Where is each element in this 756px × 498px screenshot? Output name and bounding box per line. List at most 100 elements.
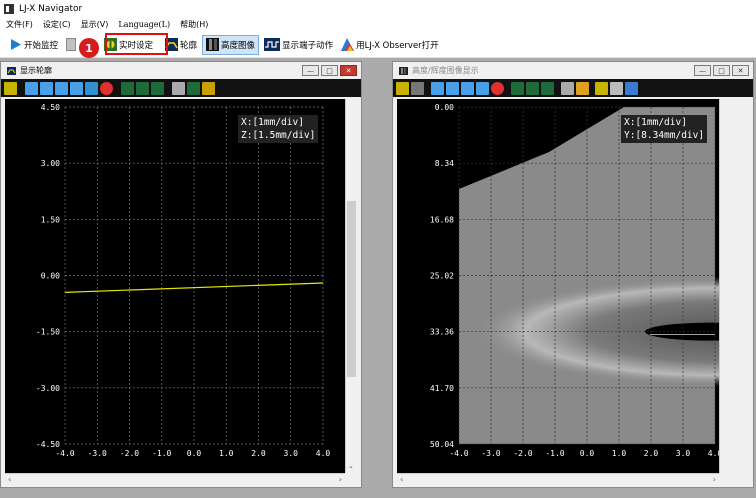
menu-view[interactable]: 显示(V) <box>81 19 109 30</box>
y-tick-label: -1.50 <box>36 328 60 337</box>
gray-mode-icon[interactable] <box>411 81 424 95</box>
profile-scale-z: Z:[1.5mm/div] <box>241 130 316 141</box>
close-button[interactable]: ✕ <box>340 65 357 76</box>
sort-icon[interactable] <box>561 81 574 95</box>
height-scale-y: Y:[8.34mm/div] <box>624 130 705 141</box>
x-tick-label: -1.0 <box>152 449 171 458</box>
profile-display-icon[interactable] <box>187 81 200 95</box>
profile-scale-x: X:[1mm/div] <box>241 117 304 128</box>
scroll-down-icon[interactable]: ⌄ <box>348 462 354 470</box>
terminal-icon <box>264 38 281 51</box>
height-plot-area[interactable]: -4.0 -3.0 -2.0 -1.0 0.0 1.0 2.0 3.0 4.0 0.00 8.34 1… <box>397 99 756 473</box>
y-tick-label: 3.00 <box>41 159 60 168</box>
x-tick-label: 4.0 <box>708 449 719 458</box>
x-tick-label: -1.0 <box>545 449 564 458</box>
stop-icon <box>66 38 77 51</box>
zoom-fit-icon[interactable] <box>476 81 489 95</box>
profile-window: 显示轮廓 — □ ✕ -4.0 -3.0 -2.0 -1.0 0.0 1.0 2.0 3.0 4… <box>0 61 362 488</box>
menu-settings[interactable]: 设定(C) <box>43 19 71 30</box>
height-mode-icon[interactable] <box>396 81 409 95</box>
realtime-settings-highlight <box>105 33 168 55</box>
zoom-area-icon[interactable] <box>461 81 474 95</box>
profile-mode-icon[interactable] <box>4 81 17 95</box>
scroll-left-icon[interactable]: ‹ <box>8 475 11 484</box>
color-map-icon[interactable] <box>576 81 589 95</box>
height-image-icon <box>206 38 220 51</box>
height-window-controls: — □ ✕ <box>692 65 749 76</box>
close-button[interactable]: ✕ <box>732 65 749 76</box>
x-tick-label: -2.0 <box>120 449 139 458</box>
x-tick-label: 4.0 <box>316 449 331 458</box>
view-fit-icon[interactable] <box>541 81 554 95</box>
menu-help[interactable]: 帮助(H) <box>180 19 208 30</box>
x-tick-label: -3.0 <box>88 449 107 458</box>
y-tick-label: 41.70 <box>430 384 454 393</box>
start-monitor-button[interactable]: 开始监控 <box>6 35 61 55</box>
minimize-button[interactable]: — <box>302 65 319 76</box>
profile-window-toolbar <box>1 79 361 97</box>
x-tick-label: 2.0 <box>251 449 266 458</box>
view-profile-icon[interactable] <box>121 81 134 95</box>
zoom-out-icon[interactable] <box>40 81 53 95</box>
profile-chart: -4.0 -3.0 -2.0 -1.0 0.0 1.0 2.0 3.0 4.0 4.50 3.00 1… <box>36 103 331 458</box>
view-dual-icon[interactable] <box>136 81 149 95</box>
zoom-in-icon[interactable] <box>431 81 444 95</box>
layout-icon[interactable] <box>625 81 638 95</box>
scroll-right-icon[interactable]: › <box>339 475 342 484</box>
zoom-out-icon[interactable] <box>446 81 459 95</box>
observer-button[interactable]: 用LJ-X Observer打开 <box>338 35 442 55</box>
app-title: LJ-X Navigator <box>19 3 83 14</box>
x-tick-label: -4.0 <box>449 449 468 458</box>
menu-language[interactable]: Language(L) <box>118 20 170 29</box>
menu-file[interactable]: 文件(F) <box>6 19 33 30</box>
app-icon <box>4 3 14 14</box>
profile-window-icon <box>7 66 16 75</box>
grid-icon[interactable] <box>85 81 98 95</box>
x-tick-label: -2.0 <box>513 449 532 458</box>
profile-plot-area[interactable]: -4.0 -3.0 -2.0 -1.0 0.0 1.0 2.0 3.0 4.0 4.50 3.00 1… <box>5 99 345 473</box>
cross-section-icon[interactable] <box>595 81 608 95</box>
height-scale-label: X:[1mm/div] Y:[8.34mm/div] <box>621 115 708 143</box>
height-window-toolbar <box>393 79 753 97</box>
profile-vertical-scrollbar[interactable]: ⌄ <box>345 99 357 473</box>
profile-horizontal-scrollbar[interactable]: ‹ › <box>5 473 345 486</box>
height-horizontal-scrollbar[interactable]: ‹ › <box>397 473 719 486</box>
view-dual-icon[interactable] <box>526 81 539 95</box>
zoom-fit-icon[interactable] <box>70 81 83 95</box>
terminal-action-button[interactable]: 显示端子动作 <box>261 35 336 55</box>
height-image-chart: -4.0 -3.0 -2.0 -1.0 0.0 1.0 2.0 3.0 4.0 0.00 8.34 1… <box>430 103 756 458</box>
y-tick-label: 1.50 <box>41 215 60 224</box>
pin-icon[interactable] <box>610 81 623 95</box>
y-tick-label: -4.50 <box>36 440 60 449</box>
height-image-window: 高度/辉度图像显示 — □ ✕ -4.0 -3.0 -2.0 -1.0 0.0 1.0 2.… <box>392 61 756 488</box>
play-icon <box>11 39 21 50</box>
maximize-button[interactable]: □ <box>321 65 338 76</box>
scroll-left-icon[interactable]: ‹ <box>400 475 403 484</box>
view-profile-icon[interactable] <box>511 81 524 95</box>
reset-icon[interactable] <box>100 81 113 95</box>
y-tick-label: 0.00 <box>435 103 454 112</box>
x-tick-label: 1.0 <box>219 449 234 458</box>
x-tick-label: 3.0 <box>676 449 691 458</box>
scroll-right-icon[interactable]: › <box>713 475 716 484</box>
x-tick-label: 3.0 <box>284 449 299 458</box>
reset-icon[interactable] <box>491 81 504 95</box>
height-vertical-scrollbar[interactable] <box>719 99 753 473</box>
zoom-area-icon[interactable] <box>55 81 68 95</box>
maximize-button[interactable]: □ <box>713 65 730 76</box>
sort-icon[interactable] <box>172 81 185 95</box>
profile-scroll-thumb[interactable] <box>347 201 356 377</box>
minimize-button[interactable]: — <box>694 65 711 76</box>
zoom-in-icon[interactable] <box>25 81 38 95</box>
y-tick-label: 33.36 <box>430 328 454 337</box>
menu-bar: 文件(F) 设定(C) 显示(V) Language(L) 帮助(H) <box>0 17 756 32</box>
height-window-icon <box>399 66 408 75</box>
save-image-icon[interactable] <box>202 81 215 95</box>
y-tick-label: 0.00 <box>41 272 60 281</box>
y-tick-label: 16.68 <box>430 215 454 224</box>
height-image-button[interactable]: 高度图像 <box>202 34 260 55</box>
view-fit-icon[interactable] <box>151 81 164 95</box>
profile-window-controls: — □ ✕ <box>300 65 357 76</box>
profile-scale-label: X:[1mm/div] Z:[1.5mm/div] <box>238 115 319 143</box>
y-tick-label: -3.00 <box>36 384 60 393</box>
